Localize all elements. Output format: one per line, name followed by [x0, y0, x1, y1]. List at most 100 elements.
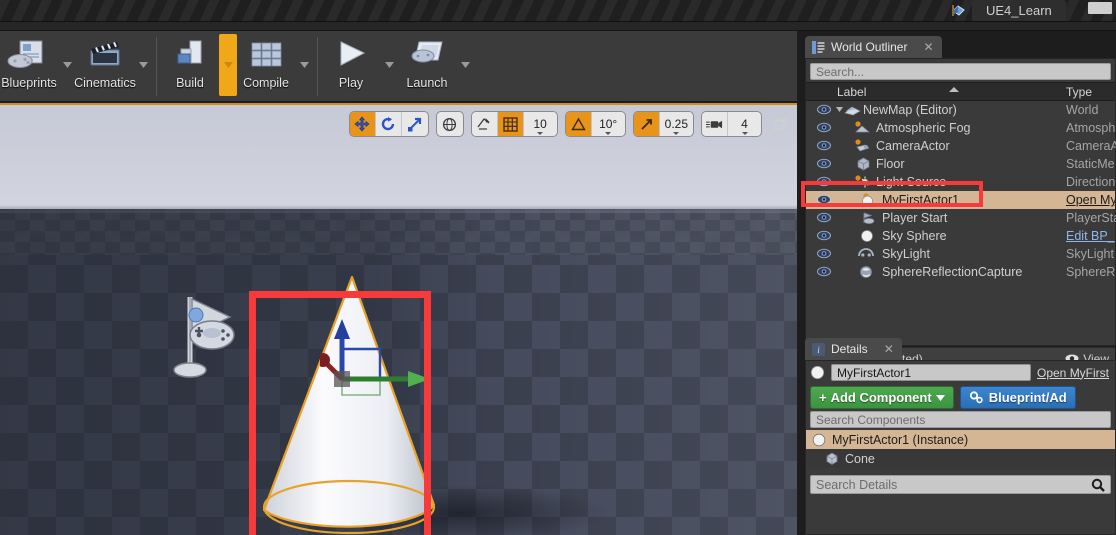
world-space-toggle[interactable]	[437, 112, 463, 136]
eye-icon[interactable]	[817, 248, 831, 260]
add-component-button[interactable]: + Add Component	[810, 386, 954, 409]
scale-snap-group: 0.25	[632, 111, 694, 137]
toolbar-divider	[156, 37, 157, 96]
level-viewport[interactable]: 10 10° 0.25 4	[0, 103, 797, 535]
eye-icon[interactable]	[817, 140, 831, 152]
gears-icon	[969, 391, 984, 404]
table-row[interactable]: Light Source Direction	[806, 173, 1115, 191]
viewport-toolbar: 10 10° 0.25 4	[348, 111, 791, 137]
viewport-floor-distant	[0, 209, 797, 255]
toolbar-launch-dropdown[interactable]	[456, 31, 474, 99]
toolbar-build-button[interactable]: Build	[161, 31, 219, 99]
camera-speed-value[interactable]: 4	[728, 112, 761, 136]
toolbar-divider	[317, 37, 318, 96]
fog-icon	[854, 121, 870, 135]
eye-icon[interactable]	[817, 194, 831, 206]
actor-name-value: MyFirstActor1	[837, 365, 912, 380]
actor-name-input[interactable]: MyFirstActor1	[831, 364, 1031, 381]
eye-icon[interactable]	[817, 122, 831, 134]
table-row[interactable]: CameraActor CameraA	[806, 137, 1116, 155]
grid-snap-toggle[interactable]	[497, 112, 524, 136]
plus-icon: +	[819, 390, 827, 405]
tab-world-outliner[interactable]: World Outliner ✕	[805, 36, 942, 58]
toolbar-cinematics-dropdown[interactable]	[134, 31, 152, 99]
skylight-icon	[858, 247, 874, 261]
outliner-row-type: SkyLight	[1066, 247, 1114, 261]
toolbar-blueprints-button[interactable]: Blueprints	[0, 31, 58, 99]
close-icon[interactable]: ✕	[884, 342, 894, 356]
grid-snap-value[interactable]: 10	[524, 112, 557, 136]
table-row[interactable]: NewMap (Editor) World	[806, 101, 1115, 119]
outliner-search-placeholder: Search...	[816, 64, 865, 79]
outliner-rows: NewMap (Editor) World Atmospheric Fog At…	[801, 101, 1116, 281]
list-item-selected[interactable]: MyFirstActor1 (Instance)	[806, 430, 1115, 449]
blueprint-add-script-button[interactable]: Blueprint/Ad	[959, 386, 1076, 409]
eye-icon[interactable]	[817, 266, 831, 278]
table-row[interactable]: SkyLight SkyLight	[806, 245, 1115, 263]
component-search-input[interactable]: Search Components	[810, 411, 1111, 428]
tab-details[interactable]: i Details ✕	[805, 338, 902, 360]
outliner-row-type: Atmosph	[1066, 121, 1116, 135]
sphere-icon	[860, 229, 875, 243]
toolbar-build-dropdown[interactable]	[219, 34, 237, 96]
scale-tool-button[interactable]	[402, 112, 428, 136]
maximize-viewport-button[interactable]	[769, 113, 791, 135]
move-tool-button[interactable]	[349, 112, 376, 136]
toolbar-compile-button[interactable]: Compile	[237, 31, 295, 99]
main-toolbar: Blueprints Cinematics Build Compile Play…	[0, 31, 797, 102]
eye-icon[interactable]	[817, 230, 831, 242]
outliner-row-label: MyFirstActor1	[882, 193, 960, 207]
light-icon	[854, 175, 870, 189]
toolbar-play-button[interactable]: Play	[322, 31, 380, 99]
staticmesh-icon	[825, 452, 839, 465]
table-row-selected[interactable]: MyFirstActor1 Open My	[806, 191, 1116, 209]
sort-ascending-icon	[949, 87, 959, 92]
list-item[interactable]: Cone	[806, 449, 1115, 468]
minimize-icon[interactable]	[1088, 2, 1112, 14]
camera-speed-group: 4	[701, 111, 762, 137]
table-row[interactable]: SphereReflectionCapture SphereRe	[806, 263, 1116, 281]
compile-cubes-icon	[244, 37, 288, 75]
table-row[interactable]: Floor StaticMe	[806, 155, 1115, 173]
close-icon[interactable]: ✕	[923, 40, 933, 54]
eye-icon[interactable]	[817, 158, 831, 170]
scale-snap-toggle[interactable]	[633, 112, 660, 136]
search-icon[interactable]	[1091, 478, 1105, 492]
table-row[interactable]: Atmospheric Fog Atmosph	[806, 119, 1115, 137]
component-search-placeholder: Search Components	[816, 412, 926, 427]
scale-snap-value[interactable]: 0.25	[660, 112, 693, 136]
component-list: MyFirstActor1 (Instance) Cone	[806, 430, 1115, 468]
project-tab[interactable]: UE4_Learn	[972, 0, 1066, 21]
cinematics-clapperboard-icon	[83, 37, 127, 75]
eye-icon[interactable]	[817, 176, 831, 188]
rotation-snap-value[interactable]: 10°	[592, 112, 625, 136]
toolbar-compile-dropdown[interactable]	[295, 31, 313, 99]
eye-icon[interactable]	[817, 104, 831, 116]
camera-speed-value-text: 4	[741, 117, 748, 131]
table-row[interactable]: Sky Sphere Edit BP_	[806, 227, 1115, 245]
toolbar-launch-button[interactable]: Launch	[398, 31, 456, 99]
column-header-type[interactable]: Type	[1066, 85, 1092, 99]
component-label: Cone	[845, 451, 875, 466]
details-search-input[interactable]: Search Details	[810, 475, 1111, 494]
details-actor-row: MyFirstActor1 Open MyFirst	[806, 361, 1115, 384]
surface-snapping-toggle[interactable]	[472, 112, 498, 136]
chevron-down-icon	[741, 132, 748, 135]
outliner-row-type-link[interactable]: Edit BP_	[1066, 229, 1115, 243]
rotate-tool-button[interactable]	[376, 112, 402, 136]
toolbar-play-dropdown[interactable]	[380, 31, 398, 99]
outliner-row-type: StaticMe	[1066, 157, 1115, 171]
table-row[interactable]: Player Start PlayerSta	[806, 209, 1116, 227]
reflection-icon	[858, 265, 873, 279]
toolbar-cinematics-button[interactable]: Cinematics	[74, 31, 136, 99]
camera-speed-icon[interactable]	[702, 112, 728, 136]
open-blueprint-link[interactable]: Open MyFirst	[1037, 366, 1109, 380]
rotation-snap-toggle[interactable]	[565, 112, 592, 136]
expander-world-icon[interactable]	[835, 103, 861, 117]
outliner-row-type[interactable]: Open My	[1066, 193, 1116, 207]
column-header-label[interactable]: Label	[837, 85, 866, 99]
toolbar-build-label: Build	[176, 76, 204, 90]
eye-icon[interactable]	[817, 212, 831, 224]
outliner-search-input[interactable]: Search...	[810, 63, 1111, 80]
add-component-label: Add Component	[830, 390, 932, 405]
